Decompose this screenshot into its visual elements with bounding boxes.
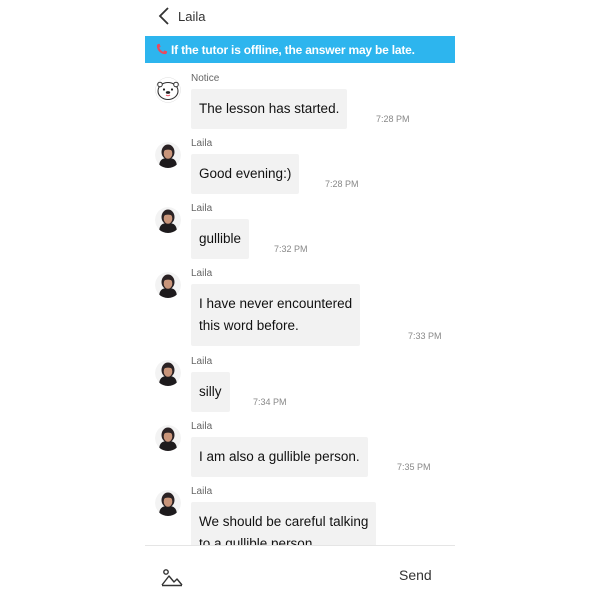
offline-notice-text: If the tutor is offline, the answer may …	[171, 42, 415, 57]
send-button[interactable]: Send	[399, 567, 432, 583]
message-list[interactable]: Notice The lesson has started. 7:28 PM L…	[145, 63, 455, 545]
message-bubble: We should be careful talking to a gullib…	[191, 502, 377, 545]
sender-name: Laila	[191, 356, 213, 367]
message-time: 7:28 PM	[376, 114, 410, 124]
offline-notice-banner: If the tutor is offline, the answer may …	[145, 36, 455, 63]
sender-name: Laila	[191, 268, 213, 279]
message-time: 7:32 PM	[274, 244, 308, 254]
chat-screen: Laila If the tutor is offline, the answe…	[145, 0, 455, 600]
image-icon[interactable]	[161, 567, 183, 587]
message-bubble: I am also a gullible person.	[191, 437, 368, 477]
avatar	[155, 360, 181, 386]
message-bubble: I have never encountered this word befor…	[191, 284, 361, 346]
message-bubble: gullible	[191, 219, 250, 259]
composer-bar: Send	[145, 545, 455, 600]
avatar	[155, 272, 181, 298]
sender-name: Laila	[191, 203, 213, 214]
chevron-left-icon[interactable]	[157, 6, 171, 26]
message-time: 7:35 PM	[397, 462, 431, 472]
phone-icon	[156, 43, 168, 55]
chat-title: Laila	[178, 9, 206, 24]
message-line: this word before.	[199, 318, 299, 333]
message-bubble: silly	[191, 372, 230, 412]
message-line: I have never encountered	[199, 296, 353, 311]
message-time: 7:28 PM	[325, 179, 359, 189]
sender-name: Laila	[191, 486, 213, 497]
message-time: 7:33 PM	[408, 331, 442, 341]
chat-header: Laila	[145, 0, 455, 36]
avatar	[155, 142, 181, 168]
avatar	[155, 490, 181, 516]
message-line: to a gullible person.	[199, 536, 317, 545]
message-bubble: Good evening:)	[191, 154, 300, 194]
avatar	[155, 207, 181, 233]
sender-name: Notice	[191, 73, 220, 84]
message-bubble: The lesson has started.	[191, 89, 348, 129]
message-time: 7:34 PM	[253, 397, 287, 407]
avatar	[155, 425, 181, 451]
sender-name: Laila	[191, 138, 213, 149]
otter-mascot-icon	[155, 77, 181, 103]
sender-name: Laila	[191, 421, 213, 432]
message-line: We should be careful talking	[199, 514, 369, 529]
